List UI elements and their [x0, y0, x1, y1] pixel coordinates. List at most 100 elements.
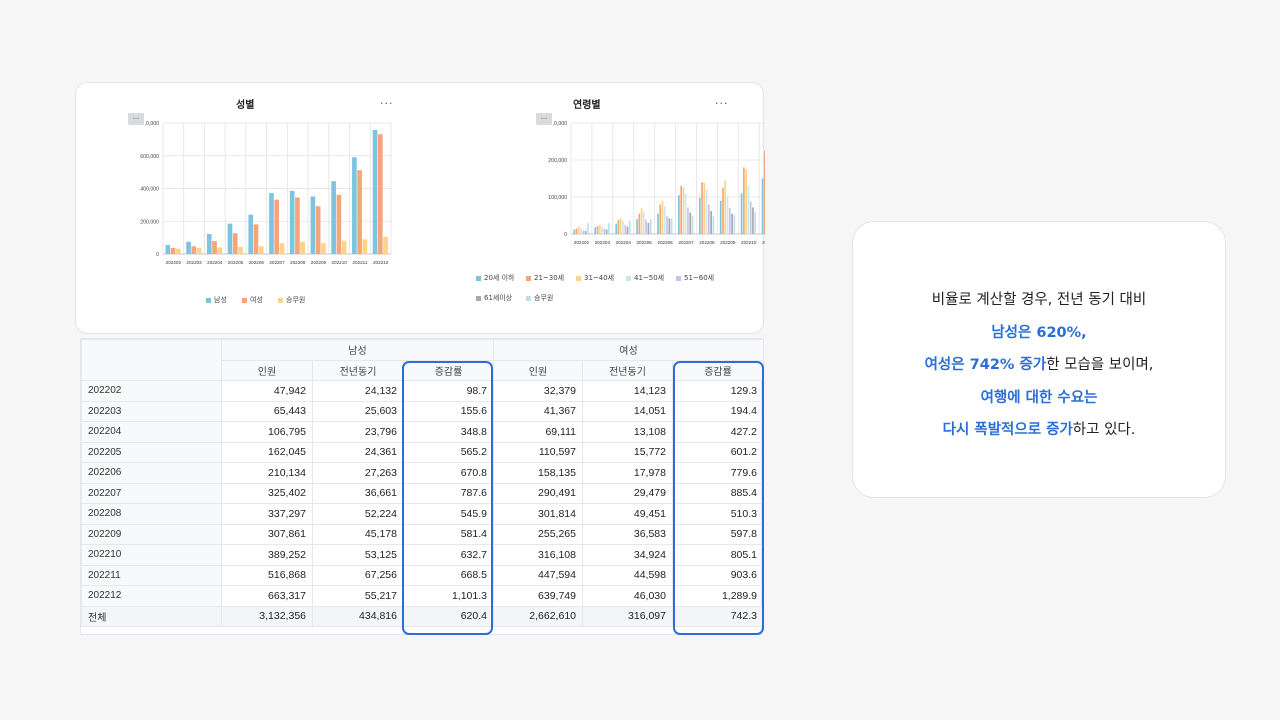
bar-1-5-2 [626, 226, 629, 234]
table-cell: 663,317 [221, 585, 313, 607]
legend-label: 20세 이하 [484, 274, 515, 282]
table-cell: 45,178 [312, 523, 404, 545]
bar-0-2-2 [217, 247, 223, 254]
female-growth-highlight [673, 361, 764, 635]
y-tick-label: 0 [156, 252, 159, 258]
note-line-5-highlight: 다시 폭발적으로 증가 [942, 422, 1073, 438]
x-tick-label: 202208 [699, 240, 715, 245]
bar-1-2-1 [598, 224, 601, 234]
bar-1-6-6 [712, 216, 715, 234]
summary-note-card: 비율로 계산할 경우, 전년 동기 대비 남성은 620%, 여성은 742% … [852, 221, 1226, 498]
table-cell: 307,861 [221, 523, 313, 545]
bar-1-0-5 [678, 195, 680, 234]
table-cell: 65,443 [221, 400, 313, 422]
bar-1-5-6 [710, 211, 712, 234]
bar-1-4-3 [645, 219, 647, 234]
col-header: 전년동기 [312, 359, 404, 381]
bar-0-1-4 [253, 224, 259, 254]
bar-1-1-4 [659, 204, 662, 234]
table-cell: 447,594 [493, 564, 583, 586]
table-cell: 67,256 [312, 564, 404, 586]
bar-1-5-5 [689, 212, 692, 234]
legend-item[interactable]: 61세이상 [476, 293, 512, 303]
bar-0-0-9 [352, 157, 357, 254]
table-cell: 13,108 [582, 421, 673, 443]
bar-1-3-7 [726, 196, 729, 234]
x-tick-label: 202205 [637, 240, 653, 245]
table-cell: 316,097 [582, 605, 673, 627]
age-chart-more-icon[interactable]: ··· [715, 97, 729, 110]
table-cell: 36,661 [312, 482, 404, 504]
table-cell: 2,662,610 [493, 605, 583, 627]
table-cell: 52,224 [312, 503, 404, 525]
bar-1-0-7 [719, 200, 722, 234]
legend-item[interactable]: 승무원 [526, 293, 553, 303]
table-cell: 17,978 [582, 462, 673, 484]
legend-item[interactable]: 51~60세 [676, 273, 714, 283]
row-label: 202209 [81, 523, 222, 545]
legend-item[interactable]: 20세 이하 [476, 273, 514, 283]
gender-chart-more-icon[interactable]: ··· [380, 97, 394, 110]
bar-0-2-0 [175, 248, 181, 254]
x-tick-label: 202203 [186, 260, 202, 265]
x-tick-label: 202207 [269, 260, 285, 265]
bar-1-6-7 [733, 214, 736, 234]
table-cell: 15,772 [582, 441, 673, 463]
bar-0-0-10 [372, 129, 378, 254]
legend-item[interactable]: 21~30세 [526, 273, 564, 283]
x-tick-label: 202211 [352, 260, 367, 265]
legend-item[interactable]: 31~40세 [576, 273, 614, 283]
legend-item[interactable]: 승무원 [278, 295, 305, 305]
note-line-2: 남성은 620%, [991, 325, 1087, 341]
x-tick-label: 202202 [574, 240, 590, 245]
note-line-5-text: 하고 있다. [1072, 422, 1136, 438]
legend-label: 61세이상 [484, 294, 513, 302]
row-label: 202206 [81, 462, 222, 484]
age-chart-title: 연령별 [573, 100, 601, 111]
bar-1-0-9 [761, 178, 764, 234]
table-cell: 434,816 [312, 605, 404, 627]
bar-0-0-1 [186, 241, 191, 254]
bar-1-0-2 [615, 223, 617, 234]
table-cell: 14,123 [582, 380, 673, 402]
bar-1-1-1 [596, 225, 599, 234]
bar-1-5-1 [605, 229, 608, 234]
row-label: 202208 [81, 503, 222, 525]
legend-swatch [626, 275, 631, 281]
group-header-female: 여성 [493, 339, 764, 361]
note-line-3-text: 한 모습을 보이며, [1046, 357, 1154, 373]
gender-chart-legend: 남성 여성 승무원 [206, 295, 406, 307]
table-cell: 110,597 [493, 441, 583, 463]
bar-1-2-8 [745, 169, 747, 234]
legend-swatch [526, 295, 531, 301]
bar-1-1-6 [701, 182, 703, 234]
table-cell: 55,217 [312, 585, 404, 607]
bar-1-6-5 [691, 215, 694, 234]
gender-chart-panel: 성별 ··· ··· 0 200,000 400,000 600,000 ,0,000 20… [76, 83, 421, 335]
bar-1-3-4 [663, 206, 666, 234]
bar-0-0-7 [310, 196, 316, 254]
legend-item[interactable]: 여성 [242, 295, 263, 305]
row-label: 202211 [81, 564, 222, 586]
bar-0-1-8 [336, 194, 342, 254]
y-tick-label: 200,000 [548, 158, 567, 164]
legend-swatch [476, 275, 481, 281]
x-tick-label: 202206 [249, 260, 265, 265]
legend-item[interactable]: 41~50세 [626, 273, 664, 283]
bar-1-5-4 [668, 218, 671, 234]
bar-0-2-4 [258, 246, 264, 254]
bar-1-1-8 [743, 167, 745, 234]
bar-0-0-3 [227, 223, 233, 254]
gender-chart: ··· 0 200,000 400,000 600,000 ,0,000 202202 202… [128, 113, 392, 265]
group-header-male: 남성 [221, 339, 494, 361]
table-cell: 29,479 [582, 482, 673, 504]
legend-swatch [576, 275, 581, 281]
bar-0-0-5 [269, 193, 274, 254]
table-cell: 41,367 [493, 400, 583, 422]
bar-1-4-2 [624, 225, 627, 234]
legend-item[interactable]: 남성 [206, 295, 227, 305]
row-label: 202212 [81, 585, 222, 607]
table-cell: 301,814 [493, 503, 583, 525]
bar-1-0-8 [740, 193, 743, 234]
y-tick-label: 200,000 [140, 219, 159, 225]
